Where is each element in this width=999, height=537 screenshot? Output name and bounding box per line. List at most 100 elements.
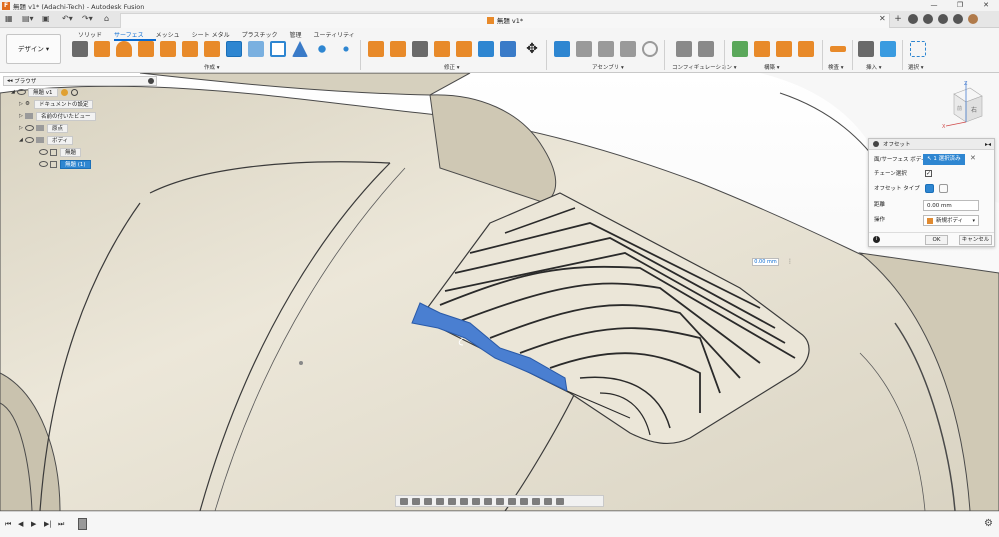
delete-face-icon[interactable] (390, 41, 406, 57)
sweep-icon[interactable] (138, 41, 154, 57)
visibility-eye-icon[interactable] (25, 125, 34, 131)
new-tab-icon[interactable]: + (893, 14, 903, 24)
group-construct[interactable]: 構築 ▾ (764, 63, 780, 71)
group-modify[interactable]: 修正 ▾ (444, 63, 460, 71)
pattern-icon[interactable] (314, 41, 330, 57)
operation-select[interactable]: 新規ボディ ▾ (923, 215, 979, 226)
boundary-fill-icon[interactable] (270, 41, 286, 57)
fit-icon[interactable] (448, 497, 456, 505)
tangent-plane-icon[interactable] (776, 41, 792, 57)
joint-origin-icon[interactable] (620, 41, 636, 57)
tree-item-bodies[interactable]: ◢ ボディ (3, 134, 157, 146)
save-icon[interactable]: ▣ (42, 14, 50, 23)
viewcube-front-face[interactable]: 前 (957, 105, 962, 112)
tree-item-origin[interactable]: ▷ 原点 (3, 122, 157, 134)
measure-icon[interactable] (830, 46, 846, 52)
insert-derive-icon[interactable] (858, 41, 874, 57)
plane-at-angle-icon[interactable] (754, 41, 770, 57)
clear-selection-icon[interactable]: ✕ (970, 154, 976, 162)
redo-icon[interactable]: ↷▾ (82, 14, 93, 23)
timeline-settings-gear-icon[interactable]: ⚙ (984, 518, 993, 529)
look-at-icon[interactable] (412, 497, 420, 505)
go-to-start-icon[interactable]: ⏮ (5, 520, 11, 529)
shaded-edges-icon[interactable] (508, 497, 516, 505)
tab-sheet-metal[interactable]: シート メタル (192, 30, 242, 41)
group-select[interactable]: 選択 ▾ (908, 63, 924, 71)
offset-type-b-icon[interactable] (939, 184, 948, 193)
thicken-icon[interactable] (248, 41, 264, 57)
as-built-joint-icon[interactable] (598, 41, 614, 57)
group-inspect[interactable]: 検査 ▾ (828, 63, 844, 71)
insert-image-icon[interactable] (880, 41, 896, 57)
move-icon[interactable]: ✥ (524, 41, 540, 57)
extensions-icon[interactable] (908, 14, 918, 24)
distance-input[interactable]: 0.00 mm (923, 200, 979, 211)
tab-manage[interactable]: 管理 (289, 30, 313, 41)
tab-surface[interactable]: サーフェス (114, 30, 156, 41)
shaded-view-icon[interactable] (496, 497, 504, 505)
viewcube-right-face[interactable]: 右 (971, 106, 977, 114)
tree-item-body-selected[interactable]: 無題 (1) (3, 158, 157, 170)
maximize-button[interactable]: ❐ (947, 0, 973, 11)
file-menu-icon[interactable]: ▤▾ (22, 14, 34, 23)
zoom-icon[interactable] (436, 497, 444, 505)
home-icon[interactable]: ⌂ (104, 14, 109, 23)
press-pull-icon[interactable] (368, 41, 384, 57)
tab-utilities[interactable]: ユーティリティ (314, 30, 367, 41)
group-create[interactable]: 作成 ▾ (204, 63, 220, 71)
jobs-icon[interactable] (923, 14, 933, 24)
minimize-button[interactable]: — (921, 0, 947, 11)
go-to-end-icon[interactable]: ⏭ (58, 520, 64, 529)
unstitch-icon[interactable] (478, 41, 494, 57)
activate-radio-icon[interactable] (70, 88, 78, 96)
visibility-eye-icon[interactable] (39, 149, 48, 155)
wireframe-hidden-icon[interactable] (544, 497, 552, 505)
inline-distance-input[interactable]: 0.00 mm (752, 258, 779, 266)
cancel-button[interactable]: キャンセル (959, 235, 992, 245)
joint-icon[interactable] (576, 41, 592, 57)
close-tab-icon[interactable]: ✕ (879, 14, 886, 23)
offset-plane-icon[interactable] (732, 41, 748, 57)
midplane-icon[interactable] (798, 41, 814, 57)
tree-item-document-settings[interactable]: ▷ ⚙ ドキュメントの設定 (3, 98, 157, 110)
offset-surface-icon[interactable] (226, 41, 242, 57)
tab-solid[interactable]: ソリッド (78, 30, 114, 41)
wireframe-icon[interactable] (532, 497, 540, 505)
loft-icon[interactable] (160, 41, 176, 57)
viewports-icon[interactable] (484, 497, 492, 505)
browser-collapse-icon[interactable]: ◂◂ (7, 78, 14, 84)
revolve-icon[interactable] (116, 41, 132, 57)
avatar[interactable] (968, 14, 978, 24)
faces-selection-button[interactable]: ↖ 1 選択済み (923, 154, 965, 165)
new-component-assembly-icon[interactable] (554, 41, 570, 57)
offset-type-a-icon[interactable] (925, 184, 934, 193)
extrude-icon[interactable] (94, 41, 110, 57)
tab-mesh[interactable]: メッシュ (156, 30, 192, 41)
notifications-icon[interactable] (938, 14, 948, 24)
visibility-eye-icon[interactable] (25, 137, 34, 143)
visible-edges-icon[interactable] (556, 497, 564, 505)
motion-link-icon[interactable] (642, 41, 658, 57)
ruled-icon[interactable] (204, 41, 220, 57)
tree-item-named-views[interactable]: ▷ 名前の付いたビュー (3, 110, 157, 122)
orbit-icon[interactable] (400, 497, 408, 505)
reverse-normal-icon[interactable] (500, 41, 516, 57)
ok-button[interactable]: OK (925, 235, 948, 245)
tree-root[interactable]: ◢ 無題 v1 (3, 86, 157, 98)
new-component-icon[interactable] (72, 41, 88, 57)
display-settings-icon[interactable] (460, 497, 468, 505)
stitch-icon[interactable] (456, 41, 472, 57)
tab-plastic[interactable]: プラスチック (242, 30, 290, 41)
patch-icon[interactable] (182, 41, 198, 57)
step-back-icon[interactable]: ◀ (18, 520, 23, 528)
timeline-marker[interactable] (78, 518, 87, 530)
shaded-hidden-icon[interactable] (520, 497, 528, 505)
close-window-button[interactable]: ✕ (973, 0, 999, 11)
trim-icon[interactable] (412, 41, 428, 57)
app-grid-icon[interactable]: ▦ (5, 14, 13, 23)
chain-select-checkbox[interactable]: ✓ (925, 170, 932, 177)
extend-icon[interactable] (434, 41, 450, 57)
grid-settings-icon[interactable] (472, 497, 480, 505)
info-icon[interactable]: i (873, 236, 880, 243)
pan-icon[interactable] (424, 497, 432, 505)
